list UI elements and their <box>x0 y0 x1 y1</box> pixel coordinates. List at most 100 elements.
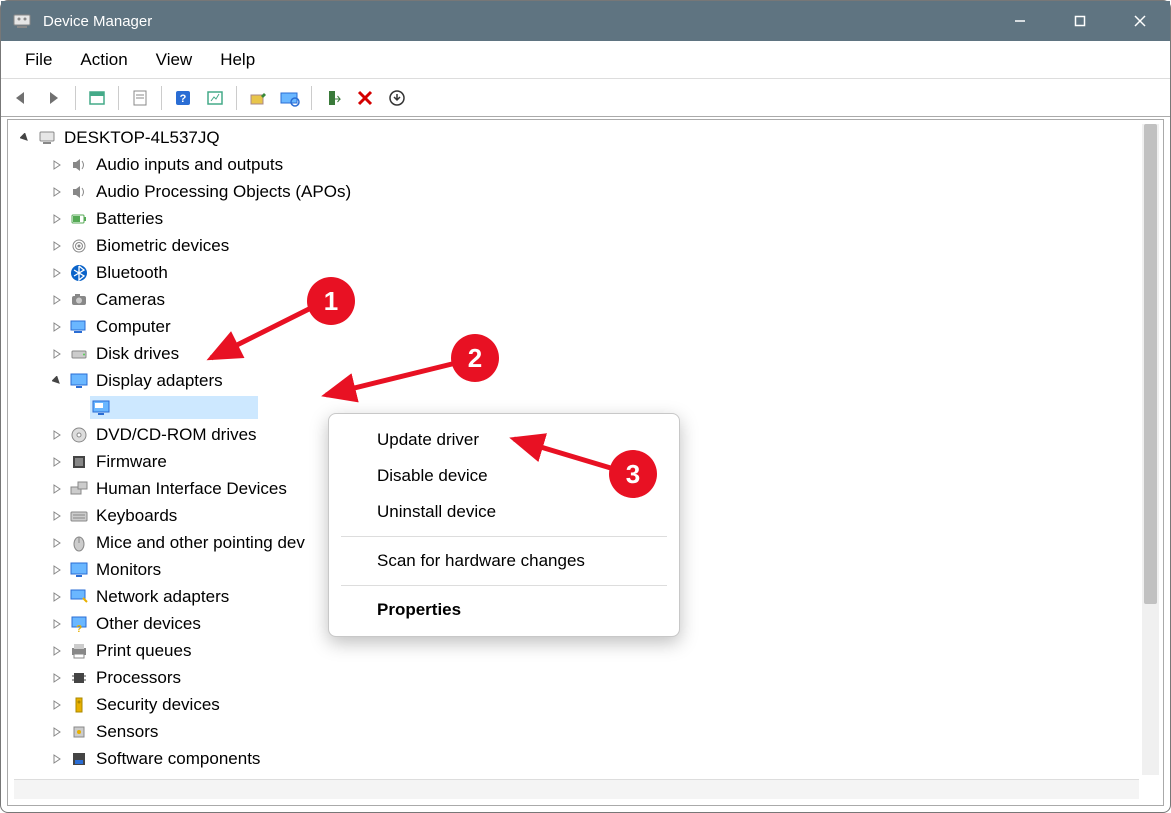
tree-category[interactable]: Audio Processing Objects (APOs) <box>8 178 1163 205</box>
context-item[interactable]: Scan for hardware changes <box>329 543 679 579</box>
tree-category[interactable]: Print queues <box>8 637 1163 664</box>
expander-icon[interactable] <box>48 534 66 552</box>
tree-category[interactable]: Bluetooth <box>8 259 1163 286</box>
expander-icon[interactable] <box>48 480 66 498</box>
display-card-icon <box>90 397 112 419</box>
expander-icon[interactable] <box>48 426 66 444</box>
title-bar: Device Manager <box>1 1 1170 41</box>
expander-icon[interactable] <box>48 453 66 471</box>
expander-icon[interactable] <box>48 237 66 255</box>
tree-root-label: DESKTOP-4L537JQ <box>64 124 220 151</box>
tree-category[interactable]: Security devices <box>8 691 1163 718</box>
tree-category-label: DVD/CD-ROM drives <box>96 421 257 448</box>
menu-view[interactable]: View <box>142 44 207 76</box>
toolbar-show-hidden-button[interactable] <box>82 84 112 112</box>
menu-bar: File Action View Help <box>1 41 1170 79</box>
expander-icon[interactable] <box>48 507 66 525</box>
toolbar-disable-button[interactable] <box>350 84 380 112</box>
tree-category-label: Bluetooth <box>96 259 168 286</box>
expander-icon[interactable] <box>48 696 66 714</box>
firmware-icon <box>68 451 90 473</box>
svg-text:?: ? <box>180 93 187 105</box>
tree-category-label: Audio inputs and outputs <box>96 151 283 178</box>
expander-icon[interactable] <box>48 318 66 336</box>
expander-icon[interactable] <box>48 372 66 390</box>
toolbar-details-button[interactable] <box>200 84 230 112</box>
toolbar-help-button[interactable]: ? <box>168 84 198 112</box>
tree-category-label: Disk drives <box>96 340 179 367</box>
expander-icon[interactable] <box>48 345 66 363</box>
tree-category-label: Print queues <box>96 637 191 664</box>
computer-icon <box>68 316 90 338</box>
computer-root-icon <box>36 127 58 149</box>
maximize-button[interactable] <box>1050 1 1110 41</box>
expander-icon[interactable] <box>48 210 66 228</box>
tree-category-label: Computer <box>96 313 171 340</box>
speaker-icon <box>68 154 90 176</box>
tree-category-label: Batteries <box>96 205 163 232</box>
disk-icon <box>68 343 90 365</box>
expander-icon[interactable] <box>48 750 66 768</box>
expander-icon[interactable] <box>16 129 34 147</box>
tree-category-label: Display adapters <box>96 367 223 394</box>
tree-category[interactable]: Software components <box>8 745 1163 772</box>
expander-icon[interactable] <box>48 723 66 741</box>
tree-category-label: Sensors <box>96 718 158 745</box>
tree-category-label: Mice and other pointing dev <box>96 529 305 556</box>
vertical-scrollbar[interactable] <box>1142 124 1159 775</box>
network-icon <box>68 586 90 608</box>
status-bar <box>14 779 1139 799</box>
expander-icon[interactable] <box>48 615 66 633</box>
toolbar-update-driver-button[interactable] <box>243 84 273 112</box>
expander-icon[interactable] <box>48 669 66 687</box>
tree-category[interactable]: Batteries <box>8 205 1163 232</box>
tree-category[interactable]: Sensors <box>8 718 1163 745</box>
context-item[interactable]: Properties <box>329 592 679 628</box>
security-icon <box>68 694 90 716</box>
close-button[interactable] <box>1110 1 1170 41</box>
menu-help[interactable]: Help <box>206 44 269 76</box>
expander-icon[interactable] <box>48 156 66 174</box>
expander-icon[interactable] <box>48 642 66 660</box>
tree-root[interactable]: DESKTOP-4L537JQ <box>8 124 1163 151</box>
toolbar-forward-button[interactable] <box>39 84 69 112</box>
camera-icon <box>68 289 90 311</box>
expander-icon[interactable] <box>48 561 66 579</box>
dvd-icon <box>68 424 90 446</box>
toolbar-properties-button[interactable] <box>125 84 155 112</box>
minimize-button[interactable] <box>990 1 1050 41</box>
fingerprint-icon <box>68 235 90 257</box>
context-item[interactable]: Uninstall device <box>329 494 679 530</box>
scrollbar-thumb[interactable] <box>1144 124 1157 604</box>
tree-category[interactable]: Cameras <box>8 286 1163 313</box>
tree-category-label: Firmware <box>96 448 167 475</box>
expander-icon[interactable] <box>48 264 66 282</box>
toolbar-back-button[interactable] <box>7 84 37 112</box>
annotation-badge-1: 1 <box>307 277 355 325</box>
toolbar: ? <box>1 79 1170 117</box>
tree-category[interactable]: Disk drives <box>8 340 1163 367</box>
mouse-icon <box>68 532 90 554</box>
tree-category-label: Audio Processing Objects (APOs) <box>96 178 351 205</box>
tree-category[interactable]: Processors <box>8 664 1163 691</box>
other-icon: ? <box>68 613 90 635</box>
tree-category[interactable]: Display adapters <box>8 367 1163 394</box>
tree-category-label: Network adapters <box>96 583 229 610</box>
expander-icon[interactable] <box>48 588 66 606</box>
tree-category-label: Human Interface Devices <box>96 475 287 502</box>
context-separator <box>341 536 667 537</box>
tree-category-label: Processors <box>96 664 181 691</box>
printer-icon <box>68 640 90 662</box>
menu-file[interactable]: File <box>11 44 66 76</box>
toolbar-uninstall-button[interactable] <box>382 84 412 112</box>
tree-category[interactable]: Biometric devices <box>8 232 1163 259</box>
menu-action[interactable]: Action <box>66 44 141 76</box>
monitor-icon <box>68 559 90 581</box>
expander-icon[interactable] <box>48 291 66 309</box>
tree-category[interactable]: Audio inputs and outputs <box>8 151 1163 178</box>
toolbar-enable-button[interactable] <box>318 84 348 112</box>
toolbar-scan-hardware-button[interactable] <box>275 84 305 112</box>
window-controls <box>990 1 1170 41</box>
tree-category[interactable]: Computer <box>8 313 1163 340</box>
expander-icon[interactable] <box>48 183 66 201</box>
